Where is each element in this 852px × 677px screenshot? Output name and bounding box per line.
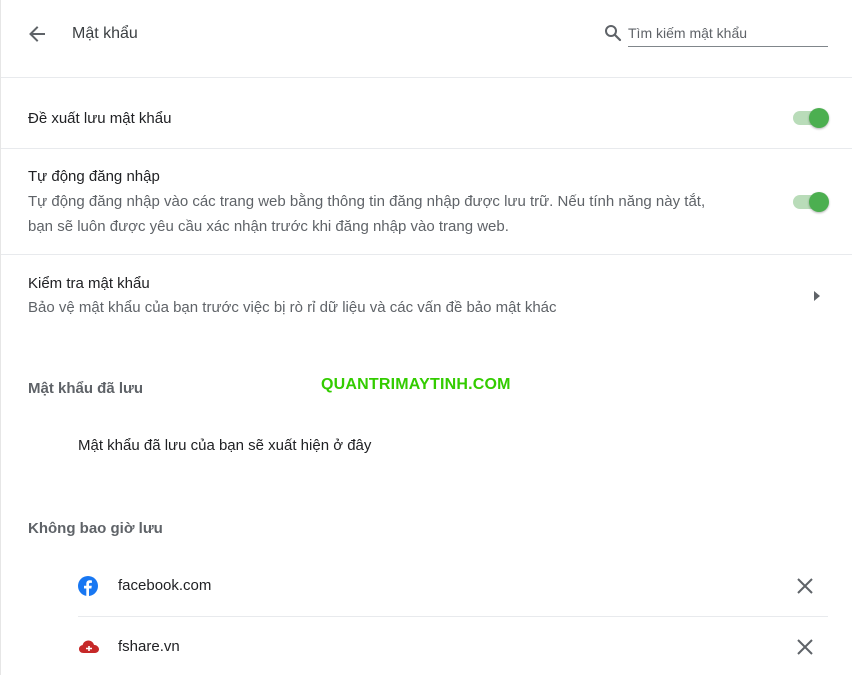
page-title: Mật khẩu [72,25,138,42]
back-button[interactable] [23,20,51,48]
page-header: Mật khẩu [1,0,852,78]
search-icon [605,25,622,42]
facebook-icon [78,576,98,596]
password-check-label: Kiểm tra mật khẩu [28,275,150,292]
chevron-right-icon[interactable] [811,290,823,302]
auto-signin-label: Tự động đăng nhập [28,168,160,185]
fshare-cloud-icon [79,640,99,653]
remove-icon[interactable] [795,576,815,596]
saved-passwords-heading: Mật khẩu đã lưu [28,380,144,397]
auto-signin-toggle[interactable] [791,192,829,212]
auto-signin-description-line1: Tự động đăng nhập vào các trang web bằng… [28,193,706,210]
list-item: facebook.com [78,556,828,616]
remove-icon[interactable] [795,637,815,657]
site-domain: fshare.vn [118,638,180,655]
toggle-knob [809,192,829,212]
site-domain: facebook.com [118,577,212,594]
passwords-settings-page: Mật khẩu Đề xuất lưu mật khẩu Tự động đă… [0,0,852,675]
offer-save-toggle[interactable] [791,108,829,128]
never-saved-heading: Không bao giờ lưu [28,520,163,537]
divider [1,148,852,149]
offer-save-label: Đề xuất lưu mật khẩu [28,110,172,127]
list-item: fshare.vn [78,617,828,677]
password-check-description: Bảo vệ mật khẩu của bạn trước việc bị rò… [28,299,557,316]
password-check-row[interactable]: Kiểm tra mật khẩu Bảo vệ mật khẩu của bạ… [1,255,852,335]
toggle-knob [809,108,829,128]
auto-signin-description-line2: bạn sẽ luôn được yêu cầu xác nhận trước … [28,218,509,235]
arrow-left-icon [29,26,45,42]
saved-passwords-empty-message: Mật khẩu đã lưu của bạn sẽ xuất hiện ở đ… [78,437,372,454]
watermark-text: QUANTRIMAYTINH.COM [321,376,511,393]
search-input[interactable] [628,20,828,47]
